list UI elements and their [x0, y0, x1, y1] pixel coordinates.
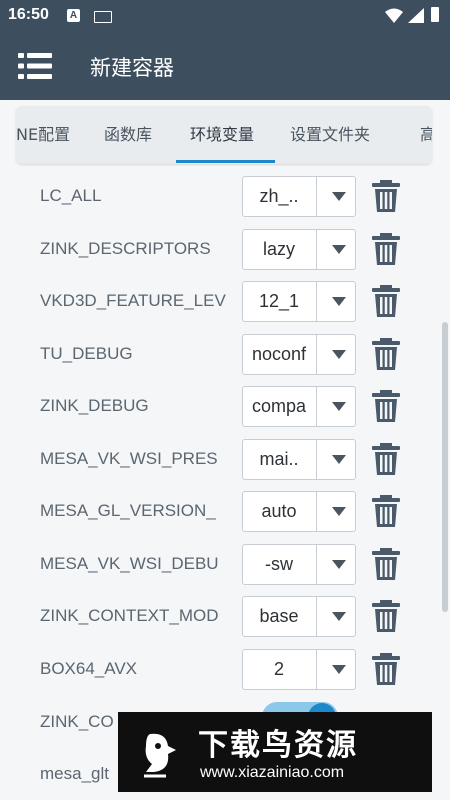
- select-divider: [316, 492, 317, 531]
- select-divider: [316, 439, 317, 479]
- env-value[interactable]: compa: [243, 387, 315, 426]
- app-bar: 新建容器: [0, 32, 450, 100]
- select-divider: [316, 229, 317, 269]
- signal-icon: [408, 8, 424, 23]
- env-row: VKD3D_FEATURE_LEV 12_1: [0, 275, 450, 327]
- tab-ne-config[interactable]: NE配置: [16, 106, 70, 164]
- env-value[interactable]: auto: [243, 492, 315, 531]
- env-value[interactable]: 2: [243, 650, 315, 689]
- env-value[interactable]: noconf: [243, 335, 315, 374]
- env-row: LC_ALL zh_..: [0, 170, 450, 222]
- bird-logo-icon: [132, 724, 190, 782]
- dropdown-arrow-icon[interactable]: [332, 192, 346, 201]
- env-row: MESA_VK_WSI_DEBU -sw: [0, 538, 450, 590]
- tab-settings-folder[interactable]: 设置文件夹: [290, 106, 370, 164]
- delete-icon[interactable]: [370, 232, 402, 266]
- tab-bar: NE配置 函数库 环境变量 设置文件夹 高: [16, 106, 432, 164]
- select-divider: [316, 649, 317, 689]
- delete-icon[interactable]: [370, 599, 402, 633]
- select-divider: [316, 387, 317, 426]
- env-name: TU_DEBUG: [40, 343, 133, 363]
- status-time: 16:50: [8, 6, 49, 23]
- env-value-select[interactable]: mai..: [242, 438, 356, 480]
- delete-icon[interactable]: [370, 179, 402, 213]
- select-divider: [316, 177, 317, 216]
- env-name: MESA_GL_VERSION_: [40, 501, 216, 520]
- env-value-select[interactable]: 12_1: [242, 281, 356, 322]
- menu-icon[interactable]: [18, 52, 52, 80]
- tab-libraries[interactable]: 函数库: [104, 106, 152, 164]
- env-name: ZINK_CONTEXT_MOD: [40, 606, 219, 625]
- env-value[interactable]: 12_1: [243, 282, 315, 321]
- dropdown-arrow-icon[interactable]: [332, 454, 346, 464]
- env-value[interactable]: base: [243, 597, 315, 636]
- delete-icon[interactable]: [370, 547, 402, 581]
- env-value[interactable]: -sw: [243, 545, 315, 584]
- select-divider: [316, 597, 317, 636]
- keyboard-icon: [94, 11, 112, 23]
- scrollbar[interactable]: [442, 322, 448, 612]
- dropdown-arrow-icon[interactable]: [332, 244, 346, 254]
- env-row: ZINK_DEBUG compa: [0, 380, 450, 432]
- env-name: BOX64_AVX: [40, 658, 138, 678]
- delete-icon[interactable]: [370, 652, 402, 686]
- delete-icon[interactable]: [370, 337, 402, 371]
- env-value[interactable]: lazy: [243, 230, 315, 269]
- delete-icon[interactable]: [370, 389, 402, 423]
- select-divider: [316, 334, 317, 374]
- env-value-select[interactable]: -sw: [242, 543, 356, 585]
- dropdown-arrow-icon[interactable]: [332, 612, 346, 621]
- env-value-select[interactable]: 2: [242, 648, 356, 690]
- env-row: BOX64_AVX 2: [0, 643, 450, 695]
- env-row: MESA_VK_WSI_PRES mai..: [0, 433, 450, 485]
- status-bar: 16:50 A: [0, 0, 450, 32]
- wifi-icon: [385, 8, 403, 23]
- env-row: MESA_GL_VERSION_ auto: [0, 485, 450, 537]
- dropdown-arrow-icon[interactable]: [332, 349, 346, 359]
- env-value-select[interactable]: base: [242, 596, 356, 637]
- env-row: ZINK_DESCRIPTORS lazy: [0, 223, 450, 275]
- env-value-select[interactable]: lazy: [242, 228, 356, 270]
- notification-a-icon: A: [67, 9, 80, 22]
- env-value-select[interactable]: noconf: [242, 333, 356, 375]
- dropdown-arrow-icon[interactable]: [332, 402, 346, 411]
- select-divider: [316, 282, 317, 321]
- tab-advanced[interactable]: 高: [420, 106, 432, 164]
- env-name: ZINK_DESCRIPTORS: [40, 238, 211, 258]
- delete-icon[interactable]: [370, 442, 402, 476]
- tab-environment-variables[interactable]: 环境变量: [190, 106, 254, 164]
- env-value[interactable]: mai..: [243, 440, 315, 479]
- env-value[interactable]: zh_..: [243, 177, 315, 216]
- env-name: MESA_VK_WSI_PRES: [40, 448, 218, 468]
- env-row: ZINK_CONTEXT_MOD base: [0, 590, 450, 642]
- dropdown-arrow-icon[interactable]: [332, 507, 346, 516]
- battery-icon: [431, 7, 439, 22]
- dropdown-arrow-icon[interactable]: [332, 559, 346, 569]
- delete-icon[interactable]: [370, 494, 402, 528]
- delete-icon[interactable]: [370, 284, 402, 318]
- watermark-brand: 下载鸟资源: [198, 728, 358, 763]
- dropdown-arrow-icon[interactable]: [332, 297, 346, 306]
- select-divider: [316, 544, 317, 584]
- active-tab-indicator: [176, 160, 275, 163]
- env-name: VKD3D_FEATURE_LEV: [40, 291, 226, 310]
- env-value-select[interactable]: auto: [242, 491, 356, 532]
- env-value-select[interactable]: zh_..: [242, 176, 356, 217]
- env-row: TU_DEBUG noconf: [0, 328, 450, 380]
- env-value-select[interactable]: compa: [242, 386, 356, 427]
- dropdown-arrow-icon[interactable]: [332, 664, 346, 674]
- env-name: ZINK_DEBUG: [40, 396, 149, 415]
- page-title: 新建容器: [90, 56, 174, 80]
- watermark-url: www.xiazainiao.com: [200, 764, 345, 781]
- watermark-banner: 下载鸟资源 www.xiazainiao.com: [118, 712, 432, 792]
- env-name: LC_ALL: [40, 186, 102, 205]
- env-name: MESA_VK_WSI_DEBU: [40, 553, 219, 573]
